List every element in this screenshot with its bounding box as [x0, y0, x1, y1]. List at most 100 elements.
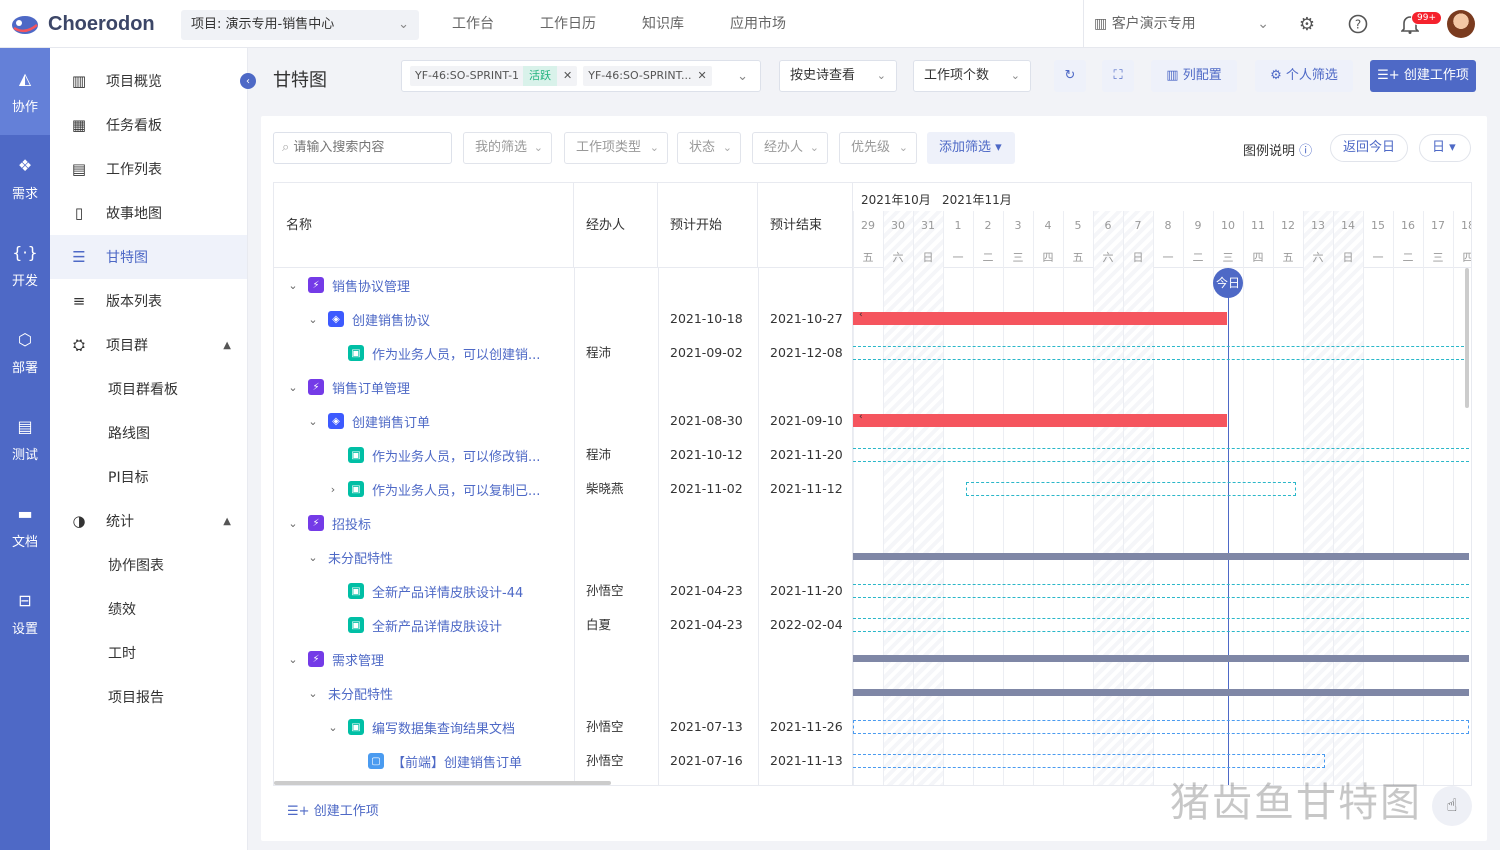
sidebar-collapse-button[interactable]: ‹ — [240, 73, 256, 89]
rail-item-collab[interactable]: ◭ 协作 — [0, 48, 50, 135]
row-name[interactable]: 需求管理 — [332, 650, 384, 669]
table-row[interactable]: ▣ 全新产品详情皮肤设计 白夏 2021-04-23 2022-02-04 — [274, 608, 852, 642]
gantt-summary-bar[interactable] — [853, 553, 1469, 560]
sidebar-item-worklist[interactable]: ▤ 工作列表 — [50, 147, 247, 191]
fullscreen-button[interactable]: ⛶ — [1102, 60, 1134, 92]
sidebar-item-worktime[interactable]: 工时 — [50, 631, 247, 675]
add-filter-button[interactable]: 添加筛选 ▾ — [927, 132, 1015, 164]
gantt-bar[interactable]: ‹ — [853, 412, 1227, 427]
gantt-bar[interactable]: ‹ — [853, 310, 1227, 325]
sidebar-item-program-board[interactable]: 项目群看板 — [50, 367, 247, 411]
row-name[interactable]: 全新产品详情皮肤设计 — [372, 616, 502, 635]
sidebar-item-report[interactable]: 项目报告 — [50, 675, 247, 719]
table-row[interactable]: ⌄ 未分配特性 — [274, 676, 852, 710]
nav-calendar[interactable]: 工作日历 — [540, 0, 596, 48]
table-row[interactable]: ⌄ 未分配特性 — [274, 540, 852, 574]
sidebar-item-gantt[interactable]: ☰ 甘特图 — [50, 235, 247, 279]
sidebar-item-performance[interactable]: 绩效 — [50, 587, 247, 631]
row-name[interactable]: 【前端】创建销售订单 — [392, 752, 522, 771]
rail-item-requirement[interactable]: ❖ 需求 — [0, 135, 50, 222]
time-unit-select[interactable]: 日 ▾ — [1419, 134, 1471, 162]
vertical-scrollbar[interactable] — [1465, 268, 1469, 408]
row-name[interactable]: 未分配特性 — [328, 548, 393, 567]
legend-button[interactable]: 图例说明 ⓘ — [1243, 140, 1312, 159]
sidebar-item-stats[interactable]: ◑ 统计 ▲ — [50, 499, 247, 543]
table-row[interactable]: ▣ 作为业务人员，可以修改销... 程沛 2021-10-12 2021-11-20 — [274, 438, 852, 472]
gear-icon[interactable]: ⚙ — [1295, 12, 1319, 36]
rail-item-settings[interactable]: ⊟ 设置 — [0, 570, 50, 657]
chevron-right-icon[interactable]: › — [326, 483, 340, 496]
table-row[interactable]: ⌄ ⚡ 销售协议管理 — [274, 268, 852, 302]
rail-item-deploy[interactable]: ⬡ 部署 — [0, 309, 50, 396]
table-row[interactable]: ▣ 作为业务人员，可以创建销... 程沛 2021-09-02 2021-12-08 — [274, 336, 852, 370]
search-input[interactable] — [293, 140, 444, 155]
table-row[interactable]: ▣ 全新产品详情皮肤设计-44 孙悟空 2021-04-23 2021-11-20 — [274, 574, 852, 608]
row-name[interactable]: 未分配特性 — [328, 684, 393, 703]
close-icon[interactable]: ✕ — [698, 66, 707, 86]
gantt-bar[interactable] — [853, 754, 1325, 768]
row-name[interactable]: 创建销售订单 — [352, 412, 430, 431]
column-config-button[interactable]: ▥ 列配置 — [1151, 60, 1237, 92]
sidebar-item-board[interactable]: ▦ 任务看板 — [50, 103, 247, 147]
back-today-button[interactable]: 返回今日 — [1330, 134, 1408, 162]
rail-item-test[interactable]: ▤ 测试 — [0, 396, 50, 483]
gantt-bar[interactable] — [966, 482, 1296, 496]
issue-type-filter[interactable]: 工作项类型 ⌄ — [564, 132, 668, 164]
gantt-bar[interactable] — [853, 584, 1469, 598]
close-icon[interactable]: ✕ — [563, 66, 572, 86]
row-name[interactable]: 作为业务人员，可以创建销... — [372, 344, 540, 363]
sidebar-item-overview[interactable]: ▥ 项目概览 — [50, 59, 247, 103]
gantt-bar[interactable] — [853, 618, 1469, 632]
chevron-down-icon[interactable]: ⌄ — [286, 653, 300, 666]
row-name[interactable]: 作为业务人员，可以复制已... — [372, 480, 540, 499]
table-row[interactable]: ⌄ ◈ 创建销售订单 2021-08-30 2021-09-10 — [274, 404, 852, 438]
row-name[interactable]: 创建销售协议 — [352, 310, 430, 329]
personal-filter-button[interactable]: ⚙ 个人筛选 — [1255, 60, 1353, 92]
logo[interactable]: Choerodon — [10, 11, 155, 37]
hand-pointer-icon[interactable]: ☝ — [1432, 786, 1472, 826]
table-row[interactable]: ⌄ ▣ 编写数据集查询结果文档 孙悟空 2021-07-13 2021-11-26 — [274, 710, 852, 744]
gantt-bar[interactable] — [853, 448, 1469, 462]
my-filter-select[interactable]: 我的筛选 ⌄ — [463, 132, 552, 164]
horizontal-scrollbar[interactable] — [274, 781, 611, 785]
search-box[interactable]: ⌕ — [273, 132, 452, 164]
chevron-down-icon[interactable]: ⌄ — [286, 279, 300, 292]
row-name[interactable]: 作为业务人员，可以修改销... — [372, 446, 540, 465]
chevron-down-icon[interactable]: ⌄ — [306, 313, 320, 326]
sidebar-item-storymap[interactable]: ▯ 故事地图 — [50, 191, 247, 235]
sidebar-item-collab-chart[interactable]: 协作图表 — [50, 543, 247, 587]
view-by-select[interactable]: 按史诗查看 ⌄ — [779, 60, 897, 92]
gantt-bar[interactable] — [853, 346, 1469, 360]
project-select[interactable]: 项目: 演示专用-销售中心 ⌄ — [181, 10, 419, 40]
help-icon[interactable]: ? — [1346, 12, 1370, 36]
sidebar-item-versions[interactable]: ≡ 版本列表 — [50, 279, 247, 323]
rail-item-doc[interactable]: ▬ 文档 — [0, 483, 50, 570]
rail-item-dev[interactable]: {·} 开发 — [0, 222, 50, 309]
chevron-down-icon[interactable]: ⌄ — [286, 381, 300, 394]
status-filter[interactable]: 状态 ⌄ — [677, 132, 741, 164]
org-select[interactable]: ▥ 客户演示专用 ⌄ — [1083, 0, 1283, 48]
chevron-down-icon[interactable]: ⌄ — [286, 517, 300, 530]
table-row[interactable]: ▢ 【前端】创建销售订单 孙悟空 2021-07-16 2021-11-13 — [274, 744, 852, 778]
footer-create-issue[interactable]: ☰+ 创建工作项 — [287, 800, 379, 819]
priority-filter[interactable]: 优先级 ⌄ — [839, 132, 917, 164]
sidebar-item-program[interactable]: ⛭ 项目群 ▲ — [50, 323, 247, 367]
assignee-filter[interactable]: 经办人 ⌄ — [752, 132, 828, 164]
refresh-button[interactable]: ↻ — [1054, 60, 1086, 92]
table-row[interactable]: ⌄ ⚡ 销售订单管理 — [274, 370, 852, 404]
nav-workbench[interactable]: 工作台 — [452, 0, 494, 48]
row-name[interactable]: 编写数据集查询结果文档 — [372, 718, 515, 737]
gantt-summary-bar[interactable] — [853, 655, 1469, 662]
gantt-bar[interactable] — [853, 720, 1469, 734]
row-name[interactable]: 招投标 — [332, 514, 371, 533]
count-by-select[interactable]: 工作项个数 ⌄ — [913, 60, 1031, 92]
sidebar-item-roadmap[interactable]: 路线图 — [50, 411, 247, 455]
chevron-down-icon[interactable]: ⌄ — [326, 721, 340, 734]
create-issue-button[interactable]: ☰+ 创建工作项 — [1370, 60, 1476, 92]
row-name[interactable]: 销售协议管理 — [332, 276, 410, 295]
table-row[interactable]: › ▣ 作为业务人员，可以复制已... 柴晓燕 2021-11-02 2021-11-12 — [274, 472, 852, 506]
avatar[interactable] — [1447, 10, 1475, 38]
row-name[interactable]: 销售订单管理 — [332, 378, 410, 397]
sprint-select[interactable]: YF-46:SO-SPRINT-1 活跃 ✕ YF-46:SO-SPRINT... ✕… — [401, 60, 761, 92]
chevron-down-icon[interactable]: ⌄ — [306, 687, 320, 700]
